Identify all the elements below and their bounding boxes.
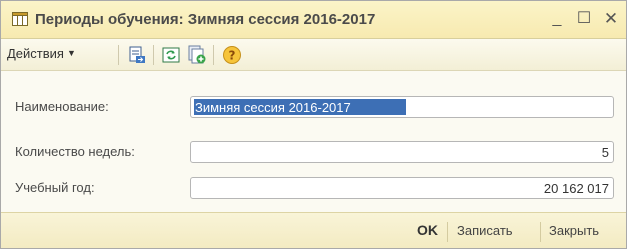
actions-menu-label: Действия — [7, 46, 64, 61]
dialog-window: Периоды обучения: Зимняя сессия 2016-201… — [0, 0, 627, 249]
help-icon[interactable]: ? — [222, 45, 242, 65]
footer-separator — [447, 222, 448, 242]
title-bar[interactable]: Периоды обучения: Зимняя сессия 2016-201… — [1, 1, 626, 39]
toolbar-separator — [213, 45, 214, 65]
footer-separator — [540, 222, 541, 242]
close-window-button[interactable]: ✕ — [601, 8, 621, 30]
post-document-icon[interactable] — [127, 45, 147, 65]
refresh-icon[interactable] — [161, 45, 181, 65]
toolbar-separator — [118, 45, 119, 65]
maximize-button[interactable]: ☐ — [574, 8, 594, 30]
name-field-container — [190, 96, 614, 118]
name-label: Наименование: — [15, 99, 109, 114]
window-title: Периоды обучения: Зимняя сессия 2016-201… — [35, 11, 376, 28]
weeks-label: Количество недель: — [15, 144, 135, 159]
actions-menu-button[interactable]: Действия ▼ — [7, 46, 76, 64]
toolbar: Действия ▼ ? — [1, 39, 626, 71]
save-button[interactable]: Записать — [457, 223, 513, 238]
dialog-footer: OK Записать Закрыть — [1, 212, 626, 248]
weeks-field[interactable] — [191, 142, 613, 162]
svg-text:?: ? — [229, 49, 236, 63]
academic-year-field[interactable] — [191, 178, 613, 198]
ok-button[interactable]: OK — [417, 222, 438, 238]
close-button[interactable]: Закрыть — [549, 223, 599, 238]
table-icon — [12, 12, 28, 26]
toolbar-separator — [153, 45, 154, 65]
chevron-down-icon: ▼ — [66, 48, 76, 58]
weeks-field-container — [190, 141, 614, 163]
copy-add-icon[interactable] — [187, 45, 207, 65]
academic-year-label: Учебный год: — [15, 180, 95, 195]
name-field[interactable] — [191, 97, 613, 117]
minimize-button[interactable]: _ — [547, 8, 567, 30]
academic-year-field-container — [190, 177, 614, 199]
